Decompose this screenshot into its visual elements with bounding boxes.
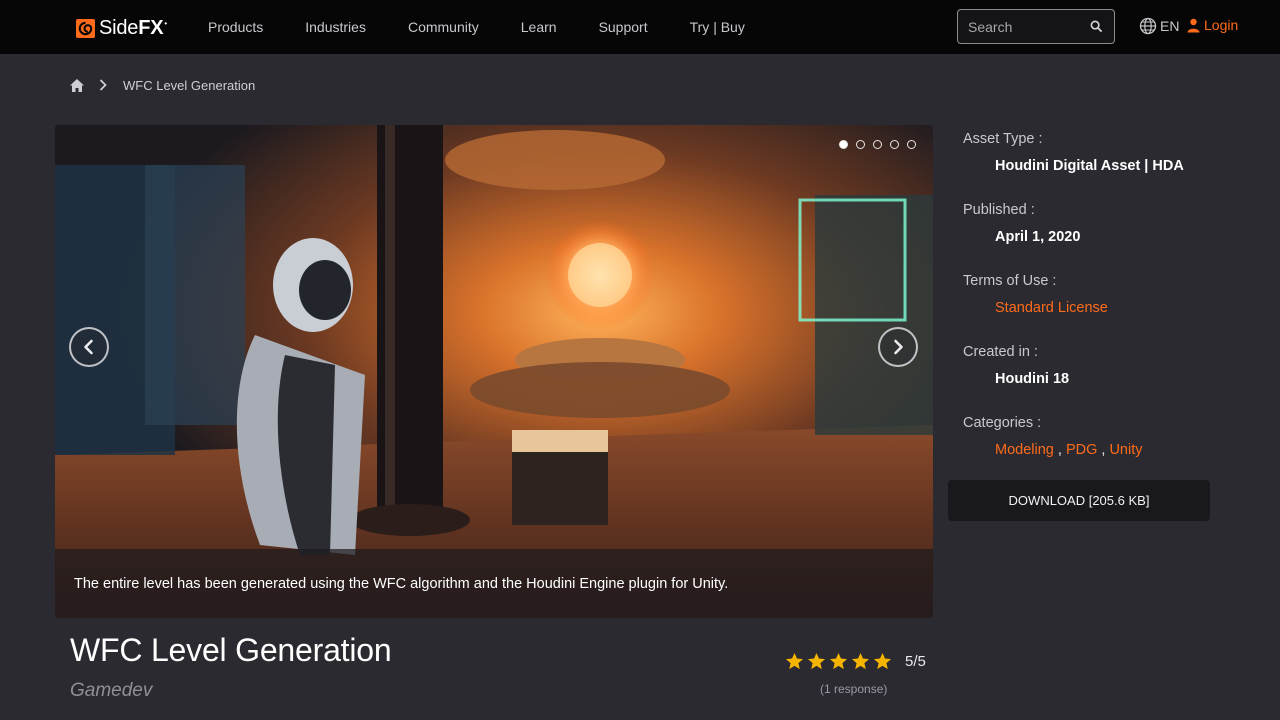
carousel-next-button[interactable] xyxy=(878,327,918,367)
rating-score: 5/5 xyxy=(905,653,926,670)
login-label: Login xyxy=(1204,17,1239,33)
breadcrumb-current: WFC Level Generation xyxy=(123,77,256,93)
login-link[interactable]: Login xyxy=(1187,17,1238,33)
star-rating: 5/5 xyxy=(785,652,926,671)
search-icon[interactable] xyxy=(1088,19,1104,35)
top-navigation-bar: SideFX• Products Industries Community Le… xyxy=(0,0,1280,54)
star-icon xyxy=(807,652,826,670)
asset-details: Asset Type : Houdini Digital Asset | HDA… xyxy=(963,130,1223,460)
created-in-value: Houdini 18 xyxy=(995,371,1070,387)
created-in-label: Created in : xyxy=(963,344,1038,360)
terms-value: Standard License xyxy=(995,299,1223,318)
star-icon xyxy=(851,652,870,670)
nav-community[interactable]: Community xyxy=(387,0,500,54)
star-icon xyxy=(785,652,804,670)
download-button[interactable]: DOWNLOAD [205.6 KB] xyxy=(948,480,1210,521)
carousel-dot-1[interactable] xyxy=(839,140,848,149)
asset-title: WFC Level Generation xyxy=(70,632,392,668)
carousel-caption: The entire level has been generated usin… xyxy=(55,549,933,618)
chevron-right-icon xyxy=(894,339,903,355)
sidefx-logo-icon xyxy=(76,18,95,38)
carousel-dot-4[interactable] xyxy=(890,140,899,149)
carousel-dot-5[interactable] xyxy=(907,140,916,149)
nav-try-buy[interactable]: Try | Buy xyxy=(669,0,766,54)
nav-support[interactable]: Support xyxy=(578,0,669,54)
carousel-image xyxy=(55,125,933,618)
search-input[interactable] xyxy=(968,18,1088,35)
carousel-dot-2[interactable] xyxy=(856,140,865,149)
standard-license-link[interactable]: Standard License xyxy=(995,300,1108,316)
globe-icon xyxy=(1139,17,1157,35)
carousel-prev-button[interactable] xyxy=(69,327,109,367)
category-link-pdg[interactable]: PDG xyxy=(1066,442,1097,458)
carousel-dot-3[interactable] xyxy=(873,140,882,149)
star-icon xyxy=(873,652,892,670)
asset-type-value: Houdini Digital Asset | HDA xyxy=(995,158,1184,174)
main-nav: Products Industries Community Learn Supp… xyxy=(187,0,766,54)
category-separator: , xyxy=(1101,442,1106,458)
user-icon xyxy=(1187,18,1200,32)
breadcrumb: WFC Level Generation xyxy=(69,75,255,95)
nav-industries[interactable]: Industries xyxy=(284,0,387,54)
chevron-left-icon xyxy=(84,339,93,355)
terms-label: Terms of Use : xyxy=(963,273,1057,289)
nav-learn[interactable]: Learn xyxy=(500,0,578,54)
category-separator: , xyxy=(1057,442,1062,458)
home-icon[interactable] xyxy=(69,77,85,93)
nav-products[interactable]: Products xyxy=(187,0,284,54)
category-link-unity[interactable]: Unity xyxy=(1109,442,1142,458)
language-selector[interactable]: EN xyxy=(1139,17,1179,35)
star-icon xyxy=(829,652,848,670)
chevron-right-icon xyxy=(99,79,109,91)
published-value: April 1, 2020 xyxy=(995,229,1081,245)
language-label: EN xyxy=(1160,18,1180,34)
search-box xyxy=(957,9,1115,44)
asset-category: Gamedev xyxy=(70,680,153,701)
carousel-pagination xyxy=(839,140,916,149)
categories-label: Categories : xyxy=(963,415,1042,431)
category-link-modeling[interactable]: Modeling xyxy=(995,442,1054,458)
rating-count: (1 response) xyxy=(820,682,888,696)
logo-text: SideFX• xyxy=(99,16,168,39)
sidefx-logo[interactable]: SideFX• xyxy=(76,15,167,41)
published-label: Published : xyxy=(963,202,1035,218)
image-carousel: The entire level has been generated usin… xyxy=(55,125,933,618)
categories-list: Modeling , PDG , Unity xyxy=(995,441,1223,460)
asset-type-label: Asset Type : xyxy=(963,131,1043,147)
